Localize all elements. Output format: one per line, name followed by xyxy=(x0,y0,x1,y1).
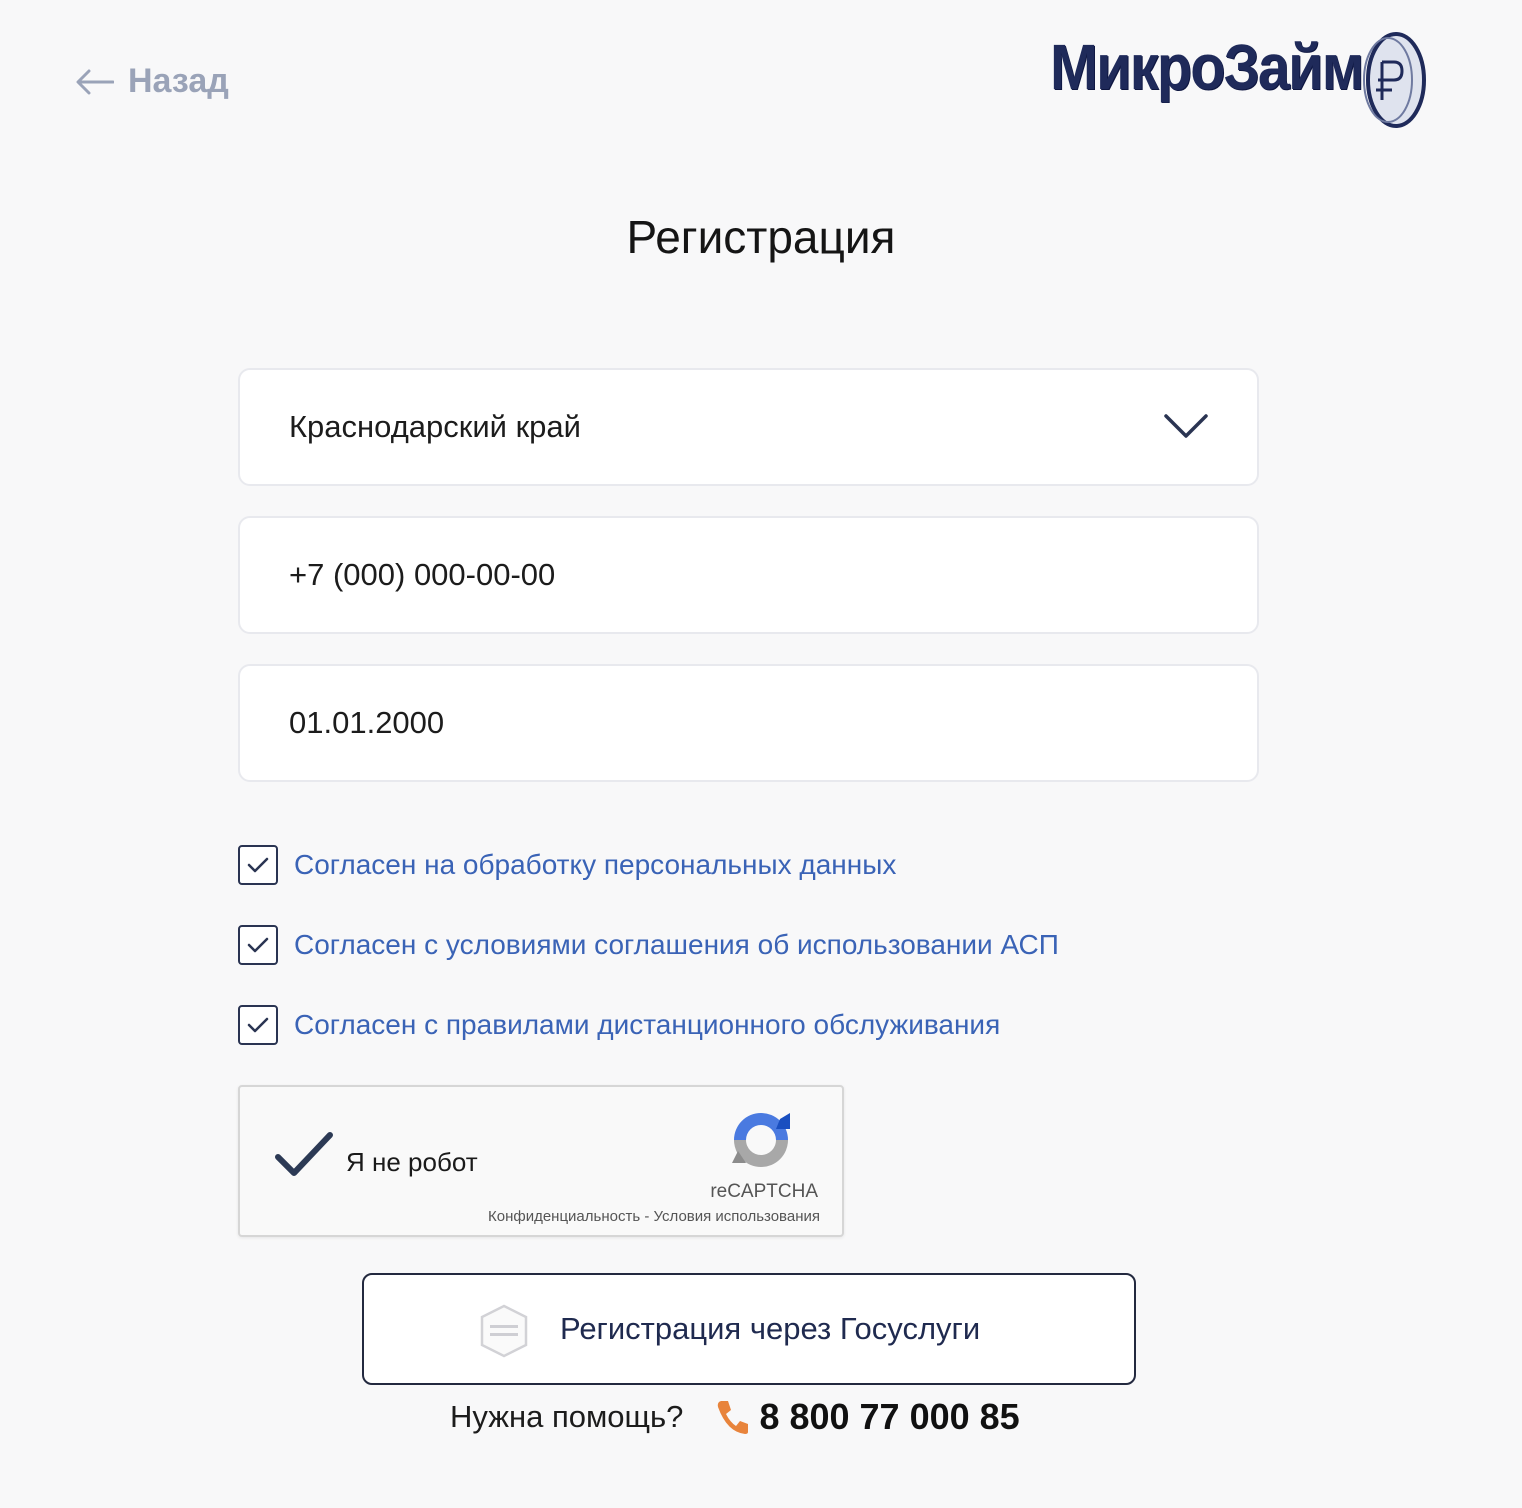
recaptcha-links: Конфиденциальность - Условия использован… xyxy=(488,1208,820,1225)
phone-icon xyxy=(718,1401,749,1434)
consent-asp-agreement[interactable]: Согласен с условиями соглашения об испол… xyxy=(238,925,1059,965)
checkmark-icon xyxy=(247,1017,269,1033)
gosuslugi-register-button[interactable]: Регистрация через Госуслуги xyxy=(362,1273,1136,1385)
help-phone-number[interactable]: 8 800 77 000 85 xyxy=(759,1396,1019,1438)
birthdate-input[interactable] xyxy=(289,705,1257,741)
chevron-down-icon xyxy=(1164,414,1208,438)
coin-icon xyxy=(1363,32,1426,128)
company-logo[interactable]: МикроЗайм xyxy=(1050,30,1426,128)
back-link[interactable]: Назад xyxy=(76,62,229,101)
consent-personal-data[interactable]: Согласен на обработку персональных данны… xyxy=(238,845,896,885)
checkmark-icon xyxy=(247,857,269,873)
consent-label[interactable]: Согласен на обработку персональных данны… xyxy=(294,849,896,881)
recaptcha-widget: Я не робот reCAPTCHA Конфиденциальность … xyxy=(238,1085,844,1237)
help-text: Нужна помощь? xyxy=(450,1399,684,1434)
recaptcha-terms-link[interactable]: Условия использования xyxy=(654,1208,821,1225)
consent-checkbox[interactable] xyxy=(238,925,278,965)
checkmark-icon xyxy=(247,937,269,953)
logo-text: МикроЗайм xyxy=(1050,31,1364,103)
phone-field[interactable] xyxy=(238,516,1259,634)
recaptcha-checkmark-icon[interactable] xyxy=(274,1131,334,1179)
recaptcha-logo-icon xyxy=(732,1113,790,1167)
gosuslugi-icon xyxy=(480,1304,528,1358)
consent-remote-service[interactable]: Согласен с правилами дистанционного обсл… xyxy=(238,1005,1000,1045)
consent-label[interactable]: Согласен с условиями соглашения об испол… xyxy=(294,929,1059,961)
back-label: Назад xyxy=(128,62,229,100)
help-section: Нужна помощь? 8 800 77 000 85 xyxy=(450,1396,1020,1438)
phone-input[interactable] xyxy=(289,557,1257,593)
gosuslugi-label: Регистрация через Госуслуги xyxy=(560,1311,981,1346)
region-value: Краснодарский край xyxy=(289,409,581,444)
consent-checkbox[interactable] xyxy=(238,1005,278,1045)
page-title: Регистрация xyxy=(626,211,896,263)
recaptcha-brand: reCAPTCHA xyxy=(710,1181,818,1202)
consent-checkbox[interactable] xyxy=(238,845,278,885)
birthdate-field[interactable] xyxy=(238,664,1259,782)
arrow-left-icon xyxy=(76,69,114,94)
recaptcha-privacy-link[interactable]: Конфиденциальность xyxy=(488,1208,640,1225)
recaptcha-label: Я не робот xyxy=(346,1147,478,1177)
region-select[interactable]: Краснодарский край xyxy=(238,368,1259,486)
recaptcha-link-separator: - xyxy=(640,1208,654,1225)
consent-label[interactable]: Согласен с правилами дистанционного обсл… xyxy=(294,1009,1000,1041)
